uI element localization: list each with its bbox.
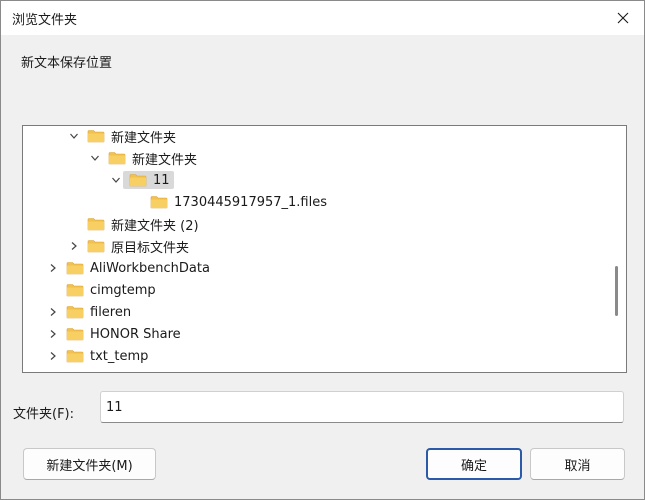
tree-item-content: 新建文件夹 (2) [81, 215, 199, 234]
tree-item[interactable]: 新建文件夹 [67, 126, 626, 147]
tree-item-label: 新建文件夹 [111, 130, 177, 146]
tree-item[interactable]: fileren [46, 301, 626, 323]
folder-tree[interactable]: 新建文件夹 新建文件夹 11 1730445917957_1.files 新建文件夹 (… [22, 125, 627, 373]
new-folder-button[interactable]: 新建文件夹(M) [23, 448, 156, 480]
folder-icon [66, 326, 86, 342]
tree-item-content: HONOR Share [60, 326, 181, 342]
tree-item-label: 新建文件夹 [132, 152, 198, 168]
chevron-down-icon[interactable] [88, 151, 102, 165]
folder-icon [66, 282, 86, 298]
chevron-right-icon[interactable] [46, 261, 60, 275]
tree-item[interactable]: 新建文件夹 [88, 147, 626, 169]
tree-item-content: 新建文件夹 [102, 149, 197, 168]
tree-item-label: txt_temp [90, 348, 149, 364]
folder-input[interactable] [100, 391, 624, 423]
window-title: 浏览文件夹 [12, 13, 78, 28]
browse-folder-dialog: 浏览文件夹 新文本保存位置 新建文件夹 新建文件夹 11 1730445917957_… [0, 0, 645, 500]
tree-item-label: 原目标文件夹 [111, 240, 190, 256]
chevron-down-icon[interactable] [67, 129, 81, 143]
tree-item-content: AliWorkbenchData [60, 260, 210, 276]
ok-button[interactable]: 确定 [426, 448, 522, 480]
chevron-right-icon[interactable] [46, 349, 60, 363]
tree-item-label: AliWorkbenchData [90, 260, 210, 276]
folder-icon [150, 194, 170, 210]
tree-item[interactable]: 新建文件夹 (2) [67, 213, 626, 235]
chevron-right-icon[interactable] [46, 305, 60, 319]
chevron-right-icon[interactable] [46, 327, 60, 341]
cancel-button[interactable]: 取消 [530, 448, 625, 480]
tree-item[interactable]: HONOR Share [46, 323, 626, 345]
folder-icon [87, 128, 107, 144]
folder-icon [108, 150, 128, 166]
tree-item-label: 11 [153, 172, 170, 188]
tree-item[interactable]: AliWorkbenchData [46, 257, 626, 279]
folder-icon [129, 172, 149, 188]
folder-field-label: 文件夹(F): [13, 407, 75, 422]
tree-item-label: fileren [90, 304, 132, 320]
tree-item[interactable]: 原目标文件夹 [67, 235, 626, 257]
folder-icon [66, 304, 86, 320]
tree-item-content: 1730445917957_1.files [144, 194, 327, 210]
tree-item-label: HONOR Share [90, 326, 181, 342]
tree-item-label: 1730445917957_1.files [174, 194, 327, 210]
folder-icon [87, 238, 107, 254]
tree-item[interactable]: cimgtemp [46, 279, 626, 301]
tree-item[interactable]: 11 [109, 169, 626, 191]
tree-item-label: cimgtemp [90, 282, 156, 298]
dialog-description: 新文本保存位置 [21, 56, 113, 71]
folder-icon [66, 348, 86, 364]
tree-item-content: txt_temp [60, 348, 148, 364]
chevron-down-icon[interactable] [109, 173, 123, 187]
folder-icon [66, 260, 86, 276]
selected-item-highlight: 11 [123, 171, 174, 189]
close-button[interactable] [608, 5, 638, 31]
chevron-right-icon[interactable] [67, 239, 81, 253]
tree-item-label: 新建文件夹 (2) [111, 218, 199, 234]
folder-icon [87, 216, 107, 232]
tree-item-content: cimgtemp [60, 282, 156, 298]
tree-item[interactable]: txt_temp [46, 345, 626, 367]
title-bar[interactable]: 浏览文件夹 [1, 1, 644, 35]
tree-item-content: 新建文件夹 [81, 127, 176, 146]
tree-item-content: 原目标文件夹 [81, 237, 189, 256]
tree-item-content: fileren [60, 304, 131, 320]
tree-scrollbar-thumb[interactable] [615, 266, 618, 316]
tree-item[interactable]: 1730445917957_1.files [130, 191, 626, 213]
close-icon [617, 12, 629, 24]
